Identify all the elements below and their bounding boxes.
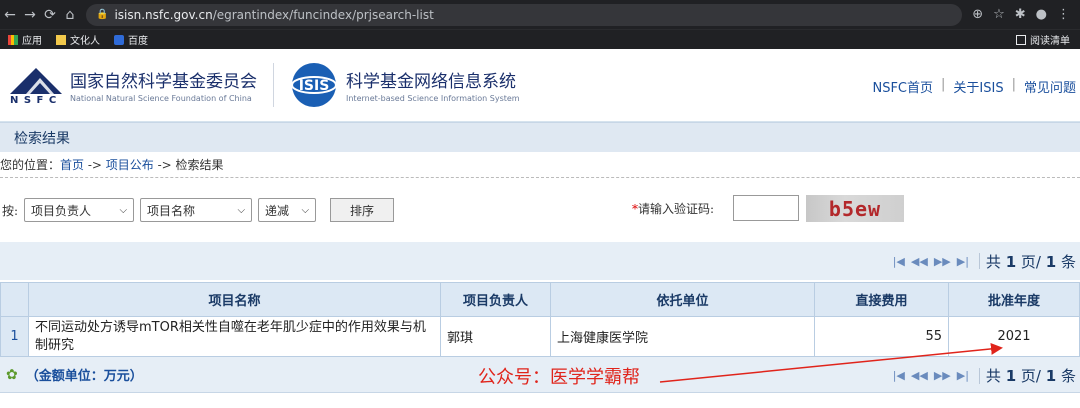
sort-order-select[interactable]: 递减 ⌵ <box>258 198 317 222</box>
captcha-input[interactable] <box>733 195 799 221</box>
system-name-cn: 科学基金网络信息系统 <box>346 72 516 92</box>
pager-bottom: |◀ ◀◀ ▶▶ ▶| 共 1 页/ 1 条 <box>893 365 1076 386</box>
header-institution[interactable]: 依托单位 <box>550 282 815 317</box>
prev-page-icon[interactable]: ◀◀ <box>911 369 928 382</box>
breadcrumb-arrow: -> <box>153 157 176 172</box>
reading-list-icon <box>1016 34 1026 45</box>
breadcrumb-projects[interactable]: 项目公布 <box>106 156 154 173</box>
browser-toolbar: ← → ⟳ ⌂ 🔒 isisn.nsfc.gov.cn /egrantindex… <box>0 0 1080 29</box>
breadcrumb-arrow: -> <box>84 157 106 172</box>
sort-field-select-2[interactable]: 项目名称 ⌵ <box>140 198 253 222</box>
last-page-icon[interactable]: ▶| <box>957 369 969 382</box>
pager-top: |◀ ◀◀ ▶▶ ▶| 共 1 页/ 1 条 <box>0 242 1080 280</box>
url-path: /egrantindex/funcindex/prjsearch-list <box>212 7 434 22</box>
zoom-icon[interactable]: ⊕ <box>972 7 983 22</box>
site-header: N S F C 国家自然科学基金委员会 National Natural Sci… <box>0 49 1080 122</box>
org-name-en: National Natural Science Foundation of C… <box>70 94 252 103</box>
home-icon[interactable]: ⌂ <box>60 7 80 23</box>
breadcrumb-current: 检索结果 <box>175 158 224 172</box>
chevron-down-icon: ⌵ <box>301 204 310 216</box>
header-leader[interactable]: 项目负责人 <box>440 282 551 317</box>
pager-divider <box>978 367 980 384</box>
isis-logo-text: ISIS <box>299 78 330 94</box>
next-page-icon[interactable]: ▶▶ <box>934 369 951 382</box>
link-nsfc-home[interactable]: NSFC首页 <box>872 77 933 96</box>
next-page-icon[interactable]: ▶▶ <box>934 255 951 268</box>
chevron-down-icon: ⌵ <box>119 204 128 216</box>
bookmark-wenhuaren[interactable]: 文化人 <box>56 32 100 47</box>
table-row[interactable]: 1 不同运动处方诱导mTOR相关性自噬在老年肌少症中的作用效果与机制研究 郭琪 … <box>0 316 1080 357</box>
isis-logo: ISIS <box>290 61 338 109</box>
year-cell: 2021 <box>948 316 1080 357</box>
row-index: 1 <box>0 316 29 357</box>
profile-icon[interactable]: ● <box>1036 7 1047 22</box>
sort-button[interactable]: 排序 <box>330 198 395 222</box>
pager-divider <box>978 253 980 269</box>
watermark-text: 公众号：医学学霸帮 <box>478 367 640 388</box>
bookmarks-bar: 应用 文化人 百度 阅读清单 <box>0 29 1080 49</box>
table-footer: ✿ （金额单位：万元） 公众号：医学学霸帮 |◀ ◀◀ ▶▶ ▶| 共 1 页/… <box>0 357 1080 393</box>
last-page-icon[interactable]: ▶| <box>957 255 969 268</box>
pager-summary: 共 1 页/ 1 条 <box>985 367 1076 385</box>
bookmark-baidu[interactable]: 百度 <box>114 32 148 47</box>
first-page-icon[interactable]: |◀ <box>893 255 905 268</box>
sort-by-label: 按: <box>2 203 19 218</box>
url-host: isisn.nsfc.gov.cn <box>114 7 213 22</box>
forward-icon[interactable]: → <box>20 7 40 23</box>
sort-field-select-1[interactable]: 项目负责人 ⌵ <box>24 198 135 222</box>
header-divider <box>273 63 274 107</box>
first-page-icon[interactable]: |◀ <box>893 369 905 382</box>
institution-cell: 上海健康医学院 <box>550 316 815 357</box>
reload-icon[interactable]: ⟳ <box>40 7 60 23</box>
link-faq[interactable]: 常见问题 <box>1024 77 1076 96</box>
folder-icon <box>56 34 66 45</box>
address-bar[interactable]: 🔒 isisn.nsfc.gov.cn /egrantindex/funcind… <box>86 3 963 26</box>
header-project-name[interactable]: 项目名称 <box>28 282 441 317</box>
org-name-cn: 国家自然科学基金委员会 <box>70 72 257 92</box>
bookmark-star-icon[interactable]: ☆ <box>993 7 1005 22</box>
link-separator: | <box>941 77 946 92</box>
bookmark-apps[interactable]: 应用 <box>8 32 42 47</box>
page-title: 检索结果 <box>0 122 1080 152</box>
leaf-icon: ✿ <box>6 366 18 383</box>
table-header-row: 项目名称 项目负责人 依托单位 直接费用 批准年度 <box>0 282 1080 317</box>
menu-icon[interactable]: ⋮ <box>1057 7 1070 22</box>
breadcrumb: 您的位置： 首页 -> 项目公布 -> 检索结果 <box>0 152 1080 178</box>
funding-cell: 55 <box>814 316 949 357</box>
extensions-icon[interactable]: ✱ <box>1015 7 1026 22</box>
leader-cell: 郭琪 <box>440 316 551 357</box>
system-name-en: Internet-based Science Information Syste… <box>346 94 520 103</box>
header-funding[interactable]: 直接费用 <box>814 282 949 317</box>
breadcrumb-prefix: 您的位置： <box>0 158 61 172</box>
nsfc-abbr: N S F C <box>10 95 58 106</box>
project-name-cell[interactable]: 不同运动处方诱导mTOR相关性自噬在老年肌少症中的作用效果与机制研究 <box>28 316 441 357</box>
sort-filter-row: 按: 项目负责人 ⌵ 项目名称 ⌵ 递减 ⌵ 排序 *请输入验证码: b5ew <box>0 178 1080 242</box>
chevron-down-icon: ⌵ <box>237 204 246 216</box>
prev-page-icon[interactable]: ◀◀ <box>911 255 928 268</box>
captcha-label: *请输入验证码: <box>632 202 715 216</box>
pager-summary: 共 1 页/ 1 条 <box>985 252 1076 271</box>
link-separator: | <box>1011 77 1016 92</box>
lock-icon: 🔒 <box>96 9 109 20</box>
baidu-icon <box>114 34 124 45</box>
back-icon[interactable]: ← <box>0 7 20 23</box>
reading-list[interactable]: 阅读清单 <box>1016 32 1080 47</box>
amount-unit-note: （金额单位：万元） <box>25 369 143 384</box>
results-table: 项目名称 项目负责人 依托单位 直接费用 批准年度 1 不同运动处方诱导mTOR… <box>0 282 1080 357</box>
captcha-image[interactable]: b5ew <box>806 195 904 222</box>
breadcrumb-home[interactable]: 首页 <box>60 156 84 173</box>
header-year[interactable]: 批准年度 <box>948 282 1080 317</box>
link-about-isis[interactable]: 关于ISIS <box>953 77 1003 96</box>
nsfc-logo: N S F C <box>6 62 66 108</box>
apps-icon <box>8 34 18 45</box>
top-links: NSFC首页 | 关于ISIS | 常见问题 <box>872 77 1076 96</box>
header-index <box>0 282 29 317</box>
